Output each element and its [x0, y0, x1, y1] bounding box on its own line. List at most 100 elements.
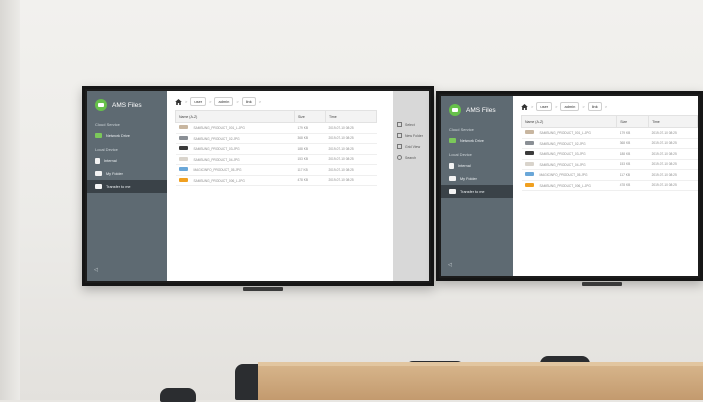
file-table: Name (A-Z) Size Time SAMSUNG_PRODUCT_001…	[175, 110, 377, 186]
sidebar-item-network-drive[interactable]: Network Drive	[441, 134, 513, 147]
file-name: MAGICINFO_PRODUCT_05.JPG	[193, 168, 242, 173]
file-time: 2019-07-10 08:25	[648, 159, 698, 170]
home-icon[interactable]	[175, 98, 182, 105]
file-size: 117 KB	[294, 164, 326, 176]
file-time: 2019-07-10 08:25	[648, 169, 698, 181]
file-time: 2019-07-10 08:25	[325, 154, 377, 165]
back-arrow-icon[interactable]: ◁	[448, 262, 452, 268]
file-thumbnail	[178, 146, 188, 151]
left-display: AMS Files Cloud Service Network Drive Lo…	[82, 86, 434, 286]
right-display-mount	[582, 282, 622, 286]
breadcrumb: > user > admin > link >	[167, 91, 429, 110]
sidebar-item-label: Internal	[104, 158, 117, 163]
ams-logo-icon	[449, 104, 461, 116]
file-size: 368 KB	[616, 138, 649, 149]
section-local: Local Device	[449, 152, 472, 157]
sidebar: AMS Files Cloud Service Network Drive Lo…	[87, 91, 167, 281]
file-name: SAMSUNG_PRODUCT_02.JPG	[539, 141, 586, 146]
breadcrumb-item[interactable]: admin	[214, 97, 234, 106]
file-name: SAMSUNG_PRODUCT_001_L.JPG	[193, 126, 245, 131]
column-header-name[interactable]: Name (A-Z)	[175, 110, 295, 123]
file-thumbnail	[524, 161, 534, 166]
breadcrumb-item[interactable]: admin	[560, 102, 580, 111]
table-row[interactable]: SAMSUNG_PRODUCT_03.JPG 188 KB 2019-07-10 0…	[175, 143, 377, 155]
cloud-drive-icon	[95, 133, 102, 138]
breadcrumb-item[interactable]: user	[536, 102, 553, 111]
table-row[interactable]: SAMSUNG_PRODUCT_03.JPG 188 KB 2019-07-10 0…	[521, 148, 698, 160]
table-row[interactable]: MAGICINFO_PRODUCT_05.JPG 117 KB 2019-07-10…	[175, 164, 377, 176]
file-time: 2019-07-10 08:25	[325, 122, 377, 134]
transfer-folder-icon	[95, 184, 102, 189]
app-title: AMS Files	[112, 101, 142, 109]
sidebar: AMS Files Cloud Service Network Drive Lo…	[441, 96, 513, 276]
file-size: 478 KB	[616, 180, 649, 191]
table-row[interactable]: SAMSUNG_PRODUCT_04.JPG 153 KB 2019-07-10 0…	[175, 154, 377, 165]
file-thumbnail	[524, 151, 534, 156]
breadcrumb-item[interactable]: link	[587, 102, 602, 111]
search-icon	[397, 155, 402, 160]
file-time: 2019-07-10 08:25	[648, 148, 698, 160]
table-row[interactable]: SAMSUNG_PRODUCT_006_L.JPG 478 KB 2019-07-1…	[521, 180, 698, 191]
sidebar-item-internal[interactable]: Internal	[441, 159, 513, 172]
sidebar-item-label: Internal	[458, 163, 471, 168]
table-row[interactable]: MAGICINFO_PRODUCT_05.JPG 117 KB 2019-07-10…	[521, 169, 698, 181]
back-arrow-icon[interactable]: ◁	[94, 267, 98, 273]
column-header-time[interactable]: Time	[648, 115, 698, 128]
sidebar-item-internal[interactable]: Internal	[87, 154, 167, 167]
left-display-mount	[243, 287, 283, 291]
file-thumbnail	[178, 125, 188, 130]
file-thumbnail	[178, 167, 188, 172]
file-size: 153 KB	[294, 154, 326, 165]
file-thumbnail	[524, 130, 534, 135]
file-time: 2019-07-10 08:25	[325, 133, 377, 144]
file-time: 2019-07-10 08:25	[648, 127, 698, 139]
sidebar-item-label: My Folder	[106, 171, 123, 176]
section-local: Local Device	[95, 147, 118, 152]
column-header-time[interactable]: Time	[325, 110, 377, 123]
file-name: SAMSUNG_PRODUCT_001_L.JPG	[539, 131, 591, 136]
transfer-folder-icon	[449, 189, 456, 194]
new-folder-button[interactable]: New Folder	[393, 130, 429, 141]
storage-icon	[449, 162, 454, 169]
grid-view-icon	[397, 144, 402, 149]
sidebar-item-transfer-to-me[interactable]: Transfer to me	[87, 180, 167, 193]
cloud-drive-icon	[449, 138, 456, 143]
select-button[interactable]: Select	[393, 119, 429, 130]
file-time: 2019-07-10 08:25	[648, 180, 698, 191]
file-name: SAMSUNG_PRODUCT_006_L.JPG	[193, 178, 245, 183]
file-thumbnail	[178, 135, 188, 140]
section-cloud: Cloud Service	[449, 127, 474, 132]
table-row[interactable]: SAMSUNG_PRODUCT_02.JPG 368 KB 2019-07-10 0…	[175, 133, 377, 144]
table-row[interactable]: SAMSUNG_PRODUCT_001_L.JPG 179 KB 2019-07-1…	[521, 127, 698, 139]
sidebar-item-my-folder[interactable]: My Folder	[441, 172, 513, 185]
sidebar-item-label: Network Drive	[106, 133, 130, 138]
file-thumbnail	[178, 156, 188, 161]
right-screen: AMS Files Cloud Service Network Drive Lo…	[441, 96, 698, 276]
file-browser: > user > admin > link > Name (A-Z) Size …	[513, 96, 698, 276]
table-row[interactable]: SAMSUNG_PRODUCT_001_L.JPG 179 KB 2019-07-1…	[175, 122, 377, 134]
file-browser: > user > admin > link > Name (A-Z) Size …	[167, 91, 429, 281]
wall-shadow	[0, 0, 20, 400]
storage-icon	[95, 157, 100, 164]
sidebar-item-my-folder[interactable]: My Folder	[87, 167, 167, 180]
grid-view-button[interactable]: Grid View	[393, 141, 429, 152]
file-name: SAMSUNG_PRODUCT_04.JPG	[193, 157, 240, 162]
column-header-size[interactable]: Size	[294, 110, 326, 123]
ams-logo-icon	[95, 99, 107, 111]
file-size: 179 KB	[616, 127, 649, 139]
sidebar-item-network-drive[interactable]: Network Drive	[87, 129, 167, 142]
column-header-size[interactable]: Size	[616, 115, 650, 128]
file-size: 179 KB	[294, 122, 326, 134]
right-display: AMS Files Cloud Service Network Drive Lo…	[436, 91, 703, 281]
table-row[interactable]: SAMSUNG_PRODUCT_02.JPG 368 KB 2019-07-10 0…	[521, 138, 698, 149]
home-icon[interactable]	[521, 103, 528, 110]
folder-icon	[449, 176, 456, 181]
breadcrumb-item[interactable]: link	[241, 97, 256, 106]
column-header-name[interactable]: Name (A-Z)	[520, 115, 618, 128]
table-row[interactable]: SAMSUNG_PRODUCT_04.JPG 153 KB 2019-07-10 0…	[521, 159, 698, 170]
search-button[interactable]: Search	[393, 152, 429, 163]
table-row[interactable]: SAMSUNG_PRODUCT_006_L.JPG 478 KB 2019-07-1…	[175, 175, 377, 186]
sidebar-item-transfer-to-me[interactable]: Transfer to me	[441, 185, 513, 198]
file-thumbnail	[178, 177, 188, 182]
breadcrumb-item[interactable]: user	[190, 97, 207, 106]
